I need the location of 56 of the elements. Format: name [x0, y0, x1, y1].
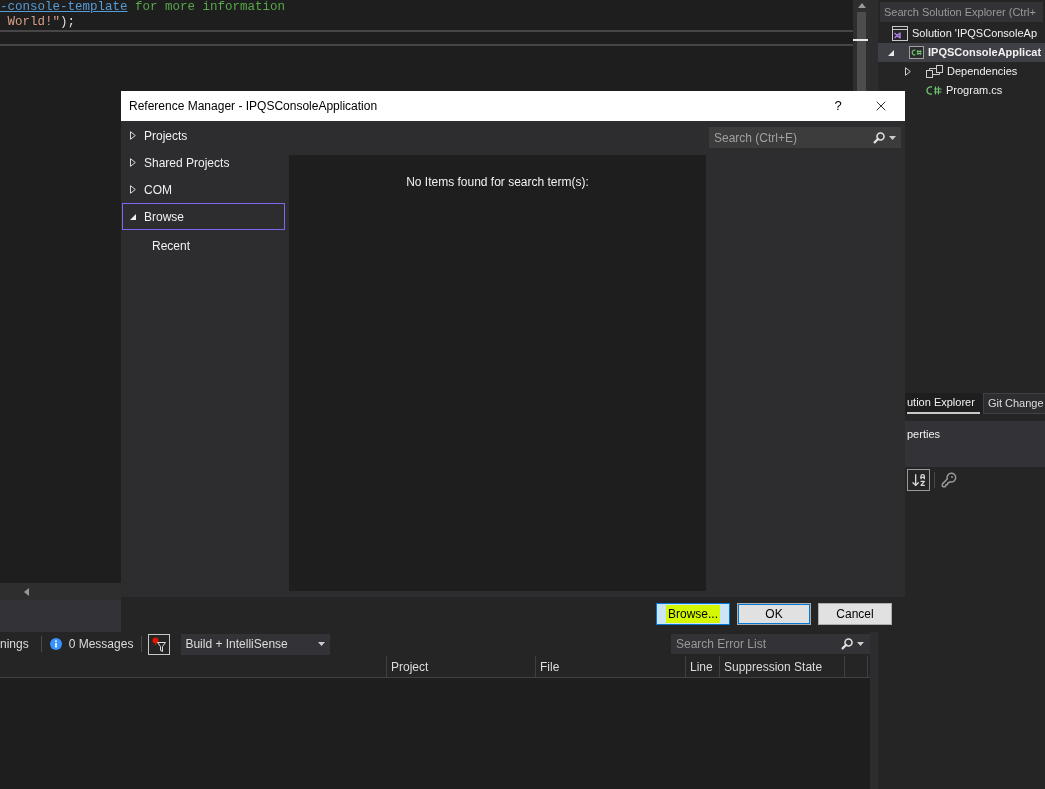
dropdown-caret-icon[interactable] — [318, 642, 326, 646]
dialog-title: Reference Manager - IPQSConsoleApplication — [129, 98, 378, 115]
sort-button[interactable] — [907, 469, 930, 491]
nav-item[interactable]: Recent — [122, 233, 285, 259]
expanded-arrow-icon[interactable] — [888, 49, 894, 56]
collapsed-arrow-icon[interactable] — [130, 185, 136, 194]
dropdown-caret-icon[interactable] — [857, 642, 864, 646]
tree-item[interactable]: IPQSConsoleApplicat — [878, 43, 1045, 62]
help-button[interactable]: ? — [823, 92, 853, 120]
column-header[interactable]: File — [536, 656, 686, 677]
linked-boxes-icon — [926, 65, 943, 78]
nav-item[interactable]: Projects — [122, 122, 285, 149]
panel-tab[interactable]: Git Change — [982, 393, 1045, 414]
scroll-left-arrow-icon[interactable] — [24, 587, 29, 596]
search-field[interactable]: Search (Ctrl+E) — [709, 127, 901, 148]
project-icon — [909, 46, 924, 59]
column-header[interactable]: Suppression State — [720, 656, 845, 677]
column-header[interactable]: Line — [686, 656, 720, 677]
tree-item[interactable]: Solution 'IPQSConsoleAp — [878, 24, 1045, 43]
messages-button[interactable]: 0 Messages — [44, 634, 139, 654]
scope-dropdown[interactable]: Build + IntelliSense — [181, 633, 331, 655]
nav-item[interactable]: Shared Projects — [122, 149, 285, 176]
code-link[interactable]: -console-template — [0, 0, 128, 14]
search-icon[interactable] — [841, 638, 853, 650]
tree-item[interactable]: Dependencies — [878, 62, 1045, 81]
sort-az-icon — [910, 472, 927, 488]
empty-results-message: No Items found for search term(s): — [406, 175, 589, 189]
panel-tab[interactable]: ution Explorer — [907, 393, 980, 414]
scroll-up-arrow-icon[interactable] — [857, 3, 866, 8]
code-line: World!"); — [6, 16, 76, 29]
caret-marker-icon — [853, 39, 868, 41]
dialog-button[interactable]: Cancel — [818, 603, 892, 625]
solution-icon — [892, 26, 908, 41]
property-pages-button[interactable] — [939, 470, 959, 490]
search-field[interactable]: Search Error List — [671, 634, 870, 654]
dialog-button[interactable]: Browse... — [656, 603, 730, 625]
key-icon — [941, 472, 957, 488]
collapsed-arrow-icon[interactable] — [130, 158, 136, 167]
dialog-button[interactable]: OK — [737, 603, 811, 625]
filter-button[interactable] — [148, 633, 171, 655]
c-sharp-file-icon — [926, 85, 942, 96]
search-field[interactable]: Search Solution Explorer (Ctrl+ — [880, 2, 1043, 22]
warnings-button[interactable]: nings — [0, 634, 33, 654]
collapsed-arrow-icon[interactable] — [130, 131, 136, 140]
tree-item[interactable]: Program.cs — [878, 81, 1045, 100]
search-icon[interactable] — [873, 131, 885, 144]
expanded-arrow-icon[interactable] — [130, 213, 136, 220]
nav-item[interactable]: Browse — [122, 203, 285, 230]
funnel-icon — [152, 636, 167, 652]
properties-title: perties — [907, 427, 941, 442]
column-header[interactable]: Project — [387, 656, 536, 677]
nav-item[interactable]: COM — [122, 176, 285, 203]
code-line: -console-template for more information — [0, 1, 286, 14]
info-icon — [49, 638, 62, 650]
collapsed-arrow-icon[interactable] — [905, 67, 911, 76]
dropdown-caret-icon[interactable] — [889, 135, 896, 140]
